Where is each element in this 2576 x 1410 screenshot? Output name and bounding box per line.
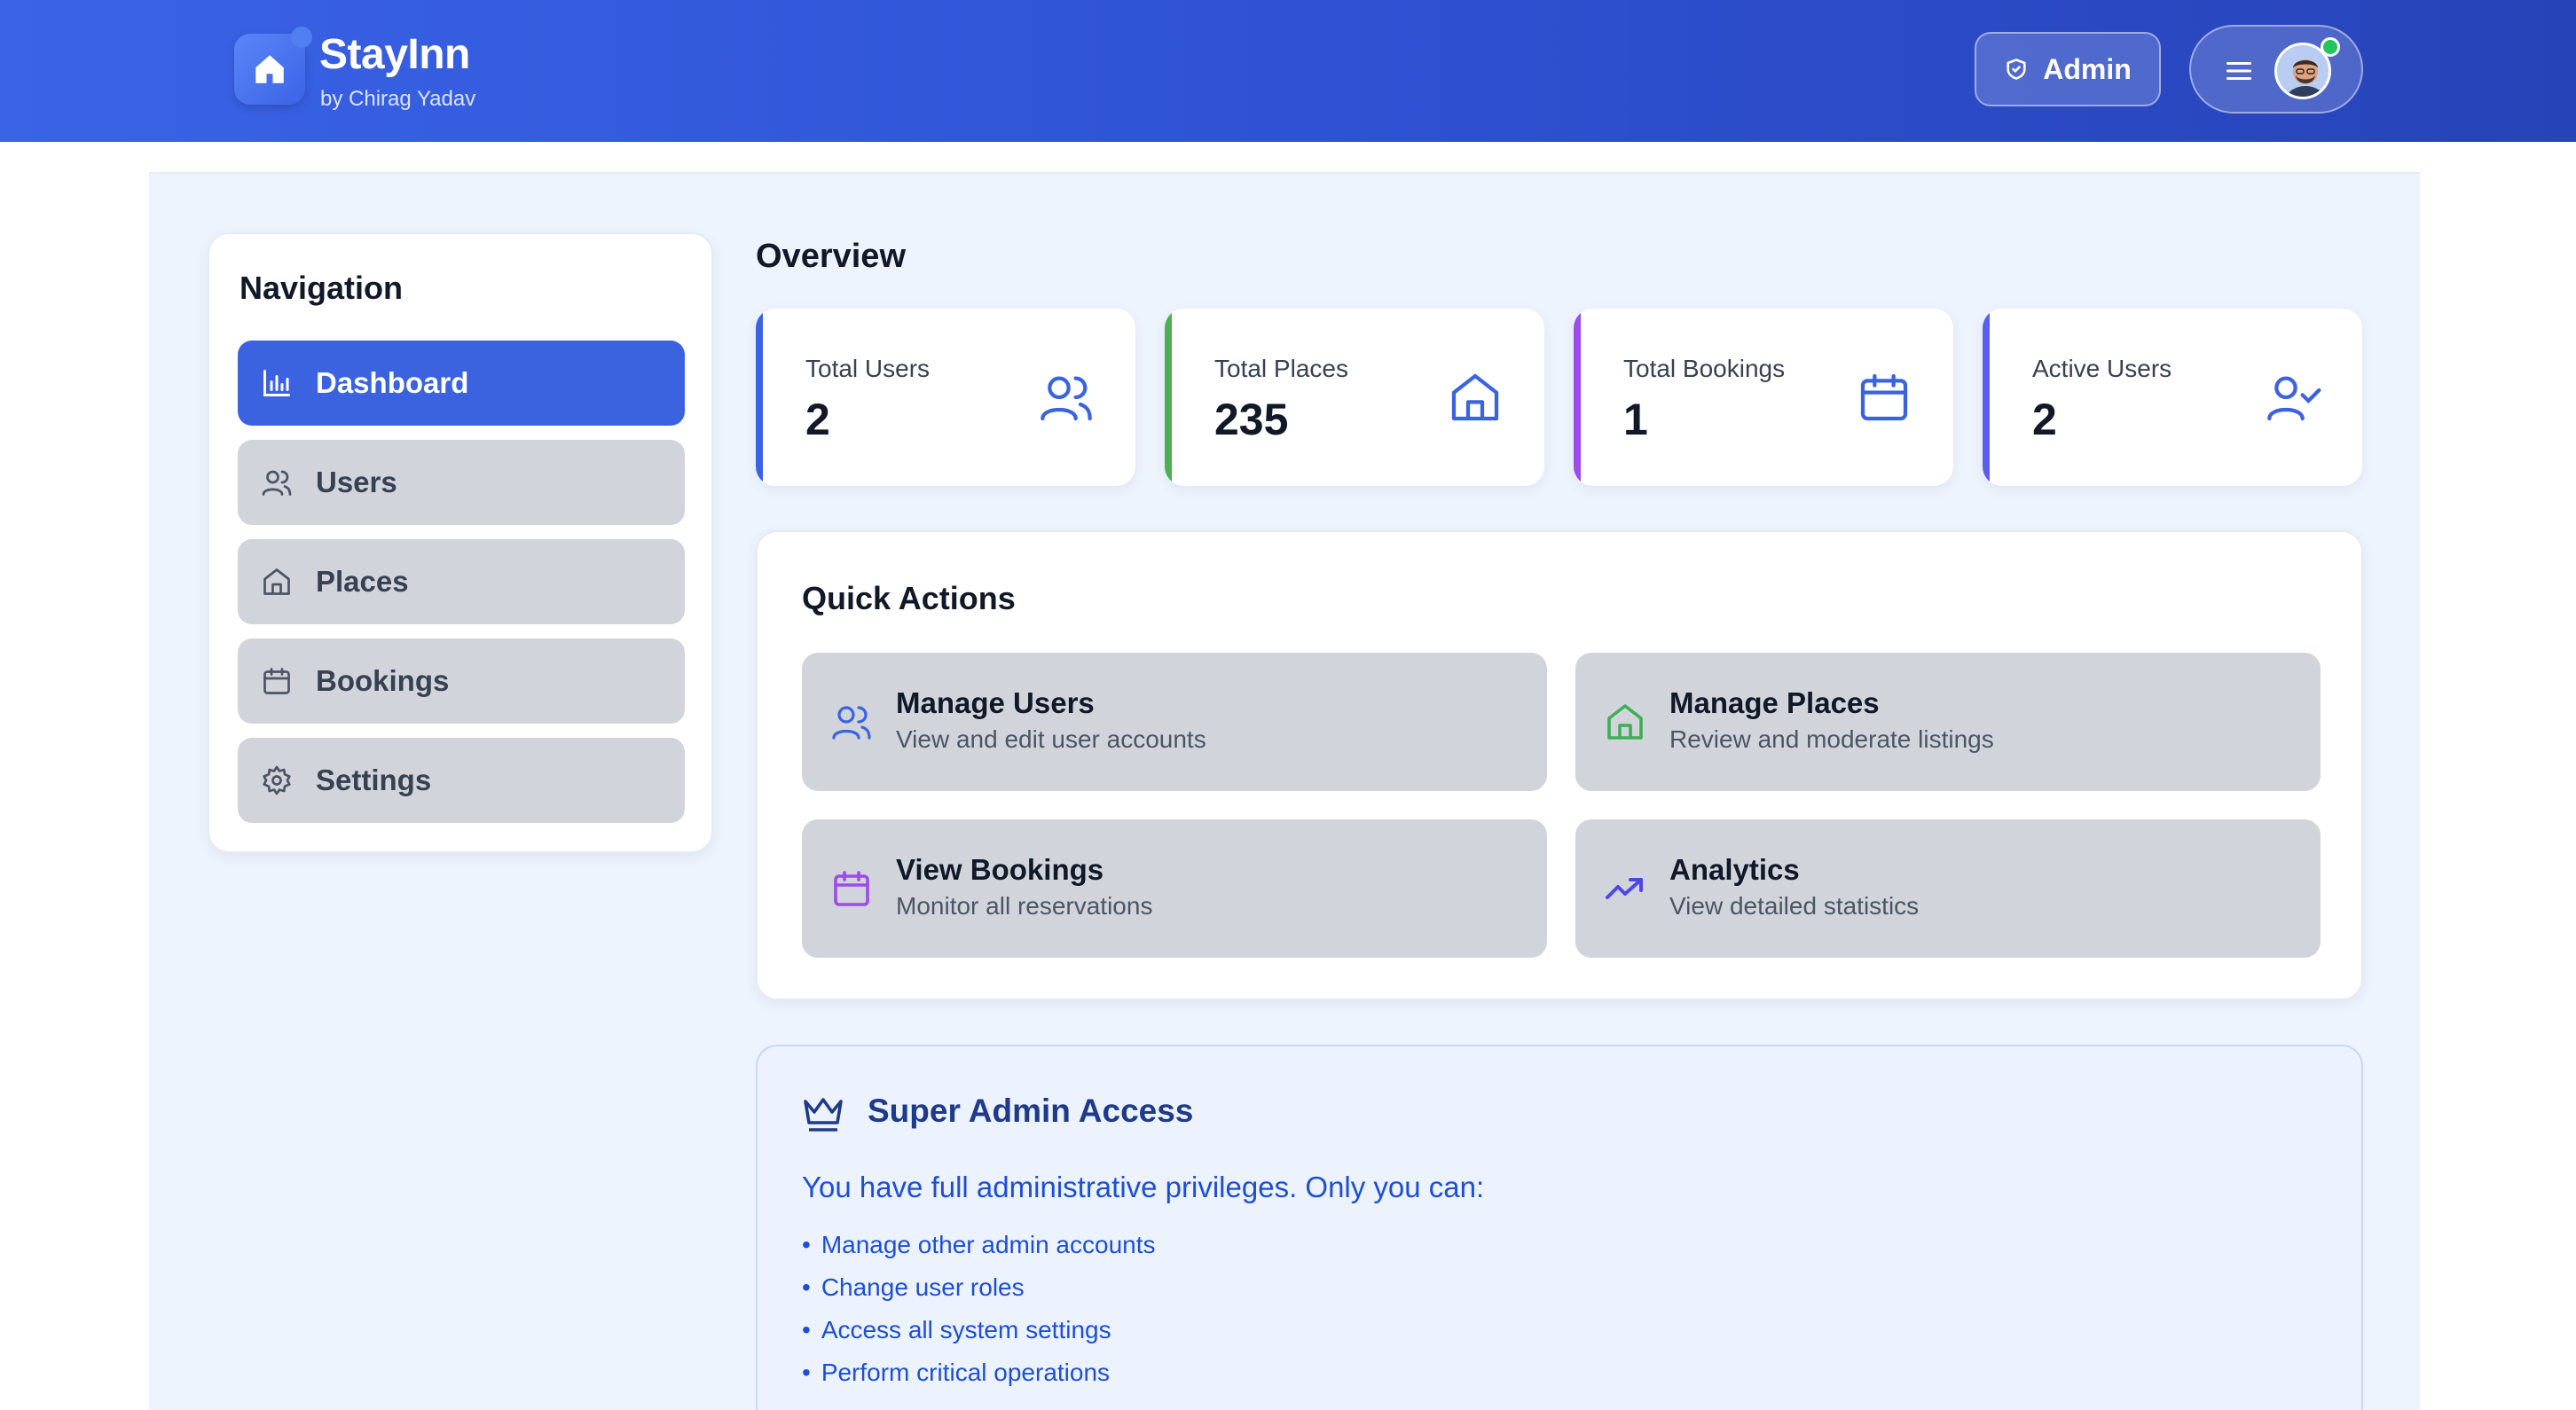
quick-action-title: Manage Places	[1669, 686, 1880, 719]
calendar-icon	[834, 871, 869, 906]
super-admin-title: Super Admin Access	[868, 1093, 1194, 1129]
list-item: Change user roles	[802, 1266, 1156, 1309]
stat-value: 2	[805, 395, 830, 444]
sidebar-item-bookings[interactable]: Bookings	[238, 638, 685, 724]
brand-name[interactable]: StayInn	[319, 30, 470, 79]
users-icon	[262, 470, 292, 496]
admin-button[interactable]: Admin	[1975, 32, 2161, 106]
user-menu-button[interactable]	[2189, 25, 2363, 114]
quick-action-subtitle: View and edit user accounts	[896, 725, 1206, 753]
stat-card-active-users: Active Users 2	[1983, 309, 2362, 486]
users-icon	[1041, 376, 1092, 421]
users-icon	[832, 706, 871, 740]
sidebar-item-label: Bookings	[316, 664, 450, 697]
admin-label: Admin	[2043, 52, 2132, 85]
user-check-icon	[2267, 376, 2321, 421]
online-status-dot	[2321, 37, 2340, 57]
crown-icon	[804, 1098, 843, 1132]
stat-label: Total Bookings	[1623, 355, 1786, 382]
quick-action-subtitle: Review and moderate listings	[1669, 725, 1994, 753]
home-icon	[1451, 373, 1499, 421]
calendar-icon	[1860, 373, 1908, 421]
sidebar-item-label: Places	[316, 565, 409, 598]
sidebar-item-label: Settings	[316, 764, 432, 796]
list-item: Perform critical operations	[802, 1351, 1156, 1394]
quick-action-analytics[interactable]: Analytics View detailed statistics	[1575, 819, 2321, 958]
list-item: Access all system settings	[802, 1309, 1156, 1351]
brand-subtitle: by Chirag Yadav	[320, 87, 476, 111]
quick-action-subtitle: Monitor all reservations	[896, 892, 1153, 920]
super-admin-panel: Super Admin Access You have full adminis…	[756, 1045, 2363, 1410]
sidebar-item-dashboard[interactable]: Dashboard	[238, 341, 685, 426]
home-icon	[263, 568, 290, 595]
top-header: StayInn by Chirag Yadav Admin	[0, 0, 2576, 142]
stat-value: 235	[1214, 395, 1289, 444]
quick-actions-panel: Quick Actions Manage Users View and edit…	[756, 530, 2363, 1000]
stat-label: Total Places	[1214, 355, 1348, 382]
gear-icon	[263, 765, 291, 795]
quick-action-title: View Bookings	[896, 853, 1104, 886]
stat-accent-bar	[756, 309, 763, 486]
sidebar-item-label: Dashboard	[316, 366, 469, 399]
hamburger-icon	[2227, 62, 2251, 80]
sidebar-item-settings[interactable]: Settings	[238, 738, 685, 823]
stat-value: 1	[1623, 395, 1648, 444]
stat-accent-bar	[1574, 309, 1581, 486]
stat-card-total-users: Total Users 2	[756, 309, 1135, 486]
top-strip	[149, 142, 2420, 174]
brand-logo[interactable]	[234, 27, 312, 105]
stat-card-total-bookings: Total Bookings 1	[1574, 309, 1953, 486]
stat-value: 2	[2032, 395, 2057, 444]
trending-up-icon	[1606, 878, 1643, 899]
quick-action-view-bookings[interactable]: View Bookings Monitor all reservations	[802, 819, 1547, 958]
overview-title: Overview	[756, 238, 906, 275]
home-icon	[255, 55, 284, 83]
stat-accent-bar	[1165, 309, 1172, 486]
quick-action-title: Analytics	[1669, 853, 1800, 886]
quick-actions-title: Quick Actions	[802, 580, 1016, 616]
super-admin-privileges-list: Manage other admin accounts Change user …	[802, 1224, 1156, 1394]
quick-action-manage-places[interactable]: Manage Places Review and moderate listin…	[1575, 653, 2321, 791]
sidebar-item-users[interactable]: Users	[238, 440, 685, 525]
quick-action-subtitle: View detailed statistics	[1669, 892, 1920, 920]
sidebar-item-label: Users	[316, 466, 397, 498]
sidebar-title: Navigation	[240, 270, 404, 306]
home-icon	[1607, 704, 1643, 740]
calendar-icon	[263, 668, 290, 694]
stat-label: Active Users	[2032, 355, 2172, 382]
sidebar-item-places[interactable]: Places	[238, 539, 685, 624]
quick-action-manage-users[interactable]: Manage Users View and edit user accounts	[802, 653, 1547, 791]
quick-action-title: Manage Users	[896, 686, 1095, 719]
super-admin-description: You have full administrative privileges.…	[802, 1171, 1485, 1203]
list-item: Manage other admin accounts	[802, 1224, 1156, 1266]
sidebar-navigation: Navigation Dashboard Users Places Bookin…	[208, 232, 713, 853]
stat-label: Total Users	[805, 355, 931, 382]
shield-icon	[2007, 59, 2026, 80]
stat-accent-bar	[1983, 309, 1990, 486]
bar-chart-icon	[263, 370, 290, 396]
logo-accent-dot	[291, 27, 312, 48]
stat-card-total-places: Total Places 235	[1165, 309, 1544, 486]
